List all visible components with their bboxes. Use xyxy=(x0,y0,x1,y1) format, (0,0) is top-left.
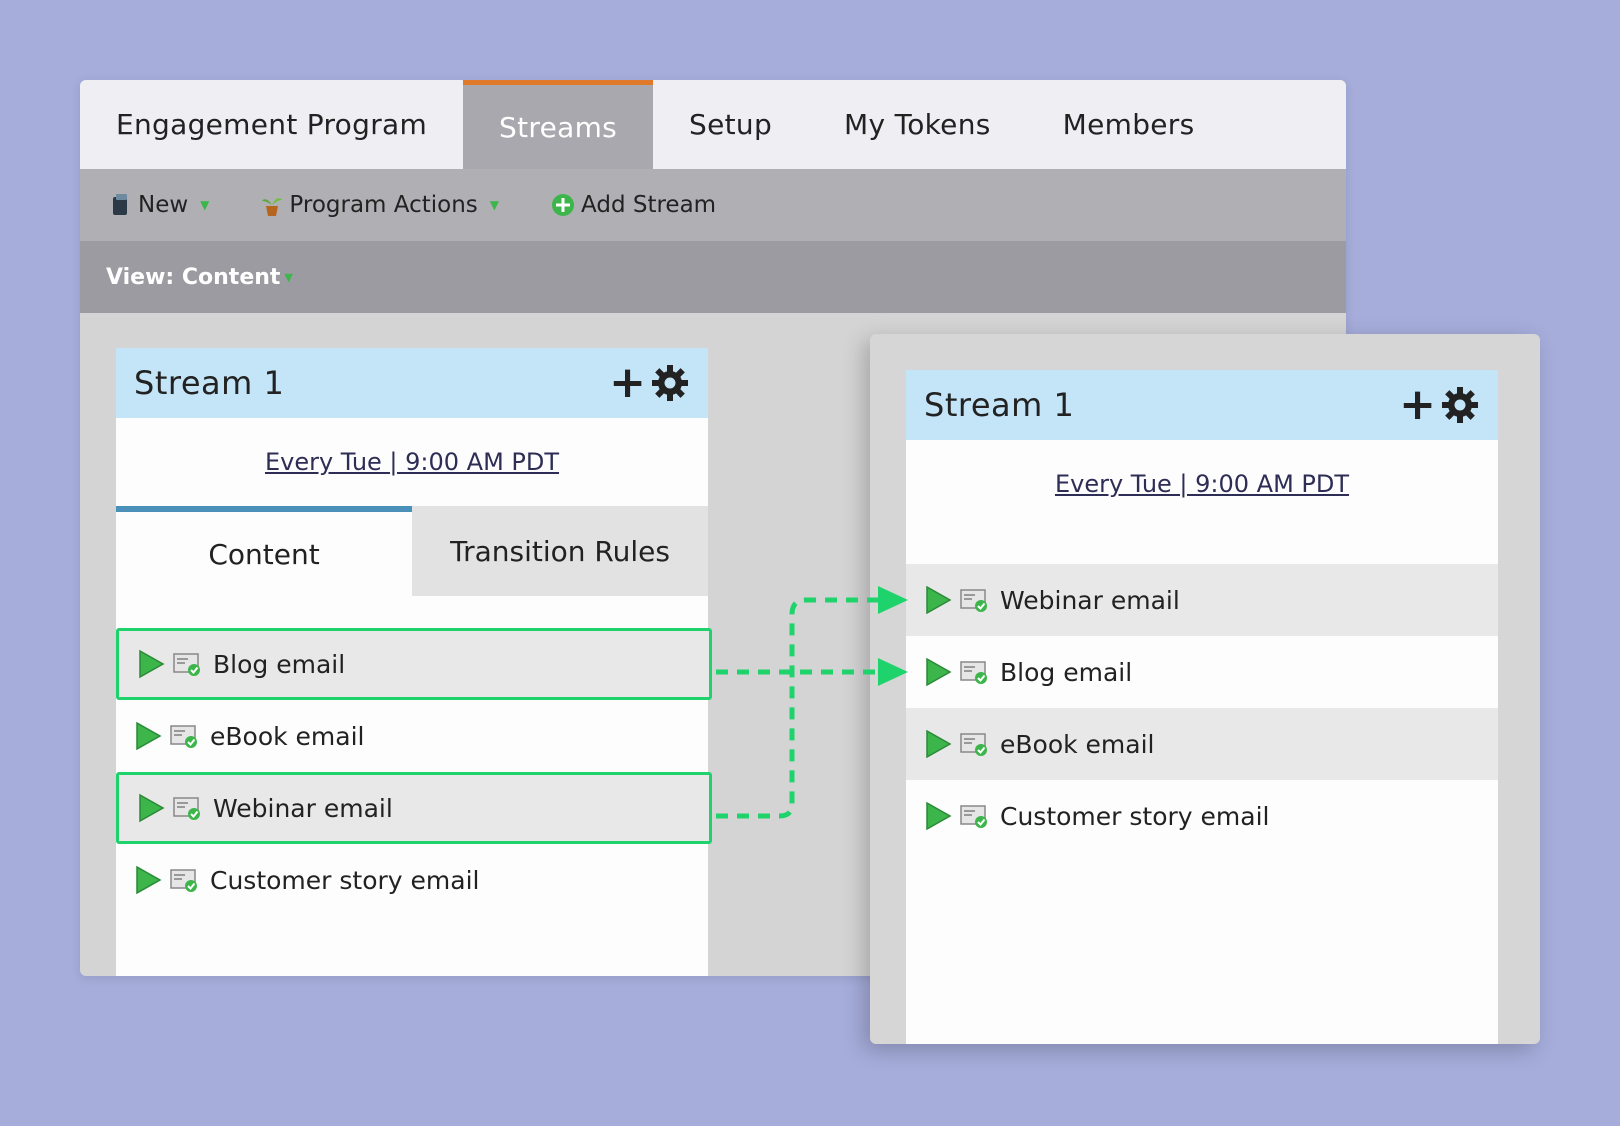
stream-header: Stream 1 + xyxy=(116,348,708,418)
right-stream-panel: Stream 1 + Every Tue | 9:00 AM PDT Webin… xyxy=(906,370,1498,1044)
stream-header: Stream 1 + xyxy=(906,370,1498,440)
email-icon xyxy=(960,805,987,828)
email-icon xyxy=(960,733,987,756)
email-icon xyxy=(960,661,987,684)
item-label: Webinar email xyxy=(213,793,393,823)
view-selector-label: View: Content xyxy=(106,264,281,290)
play-icon xyxy=(926,657,952,687)
gear-icon[interactable] xyxy=(650,363,690,403)
list-item[interactable]: Customer story email xyxy=(906,780,1498,852)
left-stream-panel: Stream 1 + Every Tue | 9:00 AM PDT Conte… xyxy=(116,348,712,976)
email-icon xyxy=(960,589,987,612)
play-icon xyxy=(926,801,952,831)
list-item[interactable]: Blog email xyxy=(906,636,1498,708)
program-actions-label: Program Actions xyxy=(289,192,478,218)
tab-streams[interactable]: Streams xyxy=(463,80,654,169)
item-label: Blog email xyxy=(1000,657,1133,687)
play-icon xyxy=(926,729,952,759)
item-label: Webinar email xyxy=(1000,585,1180,615)
chevron-down-icon: ▼ xyxy=(284,270,293,284)
stream-content-list: Blog email eBook email Webinar email Cus… xyxy=(116,596,712,916)
list-item[interactable]: eBook email xyxy=(116,700,708,772)
play-icon xyxy=(139,649,165,679)
new-menu-button[interactable]: New ▼ xyxy=(110,192,209,218)
plus-icon[interactable]: + xyxy=(609,361,646,405)
email-icon xyxy=(170,869,197,892)
tab-members[interactable]: Members xyxy=(1027,80,1231,169)
chevron-down-icon: ▼ xyxy=(200,198,210,212)
item-label: Customer story email xyxy=(1000,801,1270,831)
tab-bar: Engagement Program Streams Setup My Toke… xyxy=(80,80,1346,169)
play-icon xyxy=(136,721,162,751)
plus-icon[interactable]: + xyxy=(1399,383,1436,427)
item-label: Customer story email xyxy=(210,865,480,895)
add-circle-icon xyxy=(552,194,575,216)
item-label: Blog email xyxy=(213,649,346,679)
new-icon xyxy=(113,194,127,215)
gear-icon[interactable] xyxy=(1440,385,1480,425)
plant-icon xyxy=(262,198,283,216)
stream-cadence-link[interactable]: Every Tue | 9:00 AM PDT xyxy=(116,448,708,506)
list-item[interactable]: Webinar email xyxy=(116,772,712,844)
reordered-stream-window: Stream 1 + Every Tue | 9:00 AM PDT Webin… xyxy=(870,334,1540,1044)
stream-content-list: Webinar email Blog email eBook email Cus… xyxy=(906,564,1498,852)
list-item[interactable]: Webinar email xyxy=(906,564,1498,636)
stream-header-actions: + xyxy=(609,361,690,405)
play-icon xyxy=(926,585,952,615)
stream-header-actions: + xyxy=(1399,383,1480,427)
email-icon xyxy=(173,653,200,676)
stream-cadence-link[interactable]: Every Tue | 9:00 AM PDT xyxy=(906,470,1498,564)
view-selector[interactable]: View: Content ▼ xyxy=(80,241,1346,313)
program-actions-button[interactable]: Program Actions ▼ xyxy=(261,192,499,218)
toolbar: New ▼ Program Actions ▼ Add Stream xyxy=(80,169,1346,241)
item-label: eBook email xyxy=(210,721,365,751)
tab-engagement-program[interactable]: Engagement Program xyxy=(80,80,463,169)
list-item[interactable]: eBook email xyxy=(906,708,1498,780)
add-stream-label: Add Stream xyxy=(581,192,717,218)
add-stream-button[interactable]: Add Stream xyxy=(551,192,716,218)
play-icon xyxy=(139,793,165,823)
stream-subtabs: Content Transition Rules xyxy=(116,506,708,596)
stream-title: Stream 1 xyxy=(924,386,1075,424)
list-item[interactable]: Customer story email xyxy=(116,844,708,916)
list-item[interactable]: Blog email xyxy=(116,628,712,700)
tab-content[interactable]: Content xyxy=(116,506,412,596)
new-menu-label: New xyxy=(138,192,189,218)
email-icon xyxy=(170,725,197,748)
tab-transition-rules[interactable]: Transition Rules xyxy=(412,506,708,596)
chevron-down-icon: ▼ xyxy=(489,198,500,212)
play-icon xyxy=(136,865,162,895)
stream-title: Stream 1 xyxy=(134,364,285,402)
email-icon xyxy=(173,797,200,820)
item-label: eBook email xyxy=(1000,729,1155,759)
tab-my-tokens[interactable]: My Tokens xyxy=(808,80,1027,169)
tab-setup[interactable]: Setup xyxy=(653,80,808,169)
